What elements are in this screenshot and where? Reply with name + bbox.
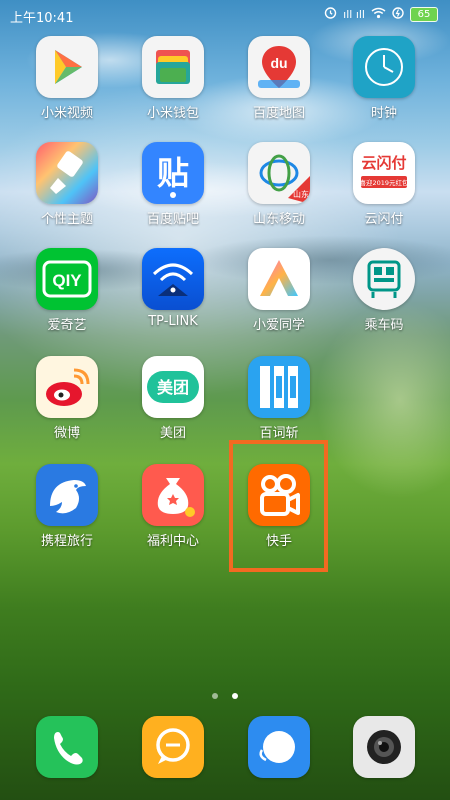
app-themes[interactable]: 个性主题 (17, 142, 117, 227)
app-label: 乘车码 (364, 318, 404, 333)
baicizhan-icon (248, 356, 310, 418)
tieba-text: 贴 (157, 154, 189, 192)
message-icon (142, 716, 204, 778)
dock-messages[interactable] (123, 716, 223, 778)
highlight-box (229, 440, 328, 572)
home-screen: 上午10:41 ıll ıll 65 小米视频 小米钱包 du 百度地图 时钟 … (0, 0, 450, 800)
status-bar: 上午10:41 ıll ıll 65 (0, 0, 450, 30)
app-label: 云闪付 (364, 212, 404, 227)
phone-icon (36, 716, 98, 778)
app-welfare-center[interactable]: 福利中心 (123, 464, 223, 549)
app-label: 百词斩 (259, 426, 299, 441)
meituan-text: 美团 (157, 378, 189, 397)
browser-icon (248, 716, 310, 778)
app-bus-code[interactable]: 乘车码 (334, 248, 434, 333)
app-unionpay[interactable]: 云闪付 喜迎2019元红包 云闪付 (334, 142, 434, 227)
app-xiaomi-video[interactable]: 小米视频 (17, 36, 117, 121)
app-xiaoai[interactable]: 小爱同学 (229, 248, 329, 333)
app-label: 山东移动 (252, 212, 305, 227)
app-baidu-tieba[interactable]: 贴 百度贴吧 (123, 142, 223, 227)
data-saver-icon (392, 6, 404, 23)
page-indicator[interactable] (0, 684, 450, 703)
unionpay-promo-text: 喜迎2019元红包 (359, 178, 409, 187)
weibo-icon (36, 356, 98, 418)
app-label: 小米视频 (40, 106, 93, 121)
wifi-status-icon (371, 7, 386, 23)
xiaoai-icon (248, 248, 310, 310)
status-icons: ıll ıll 65 (324, 6, 438, 23)
map-pin-text: du (270, 55, 287, 71)
app-label: 美团 (159, 426, 186, 441)
app-ctrip[interactable]: 携程旅行 (17, 464, 117, 549)
app-xiaomi-wallet[interactable]: 小米钱包 (123, 36, 223, 121)
battery-icon: 65 (410, 7, 438, 22)
page-dot-active[interactable] (231, 693, 238, 699)
dock-browser[interactable] (229, 716, 329, 778)
app-label: 爱奇艺 (47, 318, 87, 333)
camera-icon (353, 716, 415, 778)
iqiyi-icon: QIY (36, 248, 98, 310)
app-tp-link[interactable]: TP-LINK (123, 248, 223, 329)
app-iqiyi[interactable]: QIY 爱奇艺 (17, 248, 117, 333)
unionpay-icon: 云闪付 喜迎2019元红包 (353, 142, 415, 204)
app-label: 百度贴吧 (146, 212, 199, 227)
app-label: 小爱同学 (252, 318, 305, 333)
app-meituan[interactable]: 美团 美团 (123, 356, 223, 441)
money-bag-icon (142, 464, 204, 526)
app-clock[interactable]: 时钟 (334, 36, 434, 121)
map-pin-icon: du (248, 36, 310, 98)
wallet-icon (142, 36, 204, 98)
app-label: 小米钱包 (146, 106, 199, 121)
unionpay-text: 云闪付 (361, 154, 406, 172)
wifi-icon (142, 248, 204, 310)
app-label: 微博 (53, 426, 80, 441)
bus-code-icon (353, 248, 415, 310)
status-time: 上午10:41 (10, 11, 74, 26)
dock-phone[interactable] (17, 716, 117, 778)
china-mobile-icon: 山东 (248, 142, 310, 204)
app-label: 携程旅行 (40, 534, 93, 549)
region-badge: 山东 (293, 189, 309, 199)
dolphin-icon (36, 464, 98, 526)
app-label: 时钟 (370, 106, 397, 121)
app-label: 百度地图 (252, 106, 305, 121)
alarm-icon (324, 6, 337, 23)
page-dot[interactable] (212, 693, 219, 699)
app-label: 个性主题 (40, 212, 93, 227)
app-label: 福利中心 (146, 534, 199, 549)
app-label: TP-LINK (148, 314, 198, 329)
app-weibo[interactable]: 微博 (17, 356, 117, 441)
app-baicizhan[interactable]: 百词斩 (229, 356, 329, 441)
play-icon (36, 36, 98, 98)
iqiyi-text: QIY (52, 271, 82, 290)
app-baidu-map[interactable]: du 百度地图 (229, 36, 329, 121)
app-shandong-mobile[interactable]: 山东 山东移动 (229, 142, 329, 227)
signal-icon: ıll ıll (343, 8, 365, 21)
dock-camera[interactable] (334, 716, 434, 778)
clock-icon (353, 36, 415, 98)
brush-icon (36, 142, 98, 204)
tieba-icon: 贴 (142, 142, 204, 204)
meituan-icon: 美团 (142, 356, 204, 418)
